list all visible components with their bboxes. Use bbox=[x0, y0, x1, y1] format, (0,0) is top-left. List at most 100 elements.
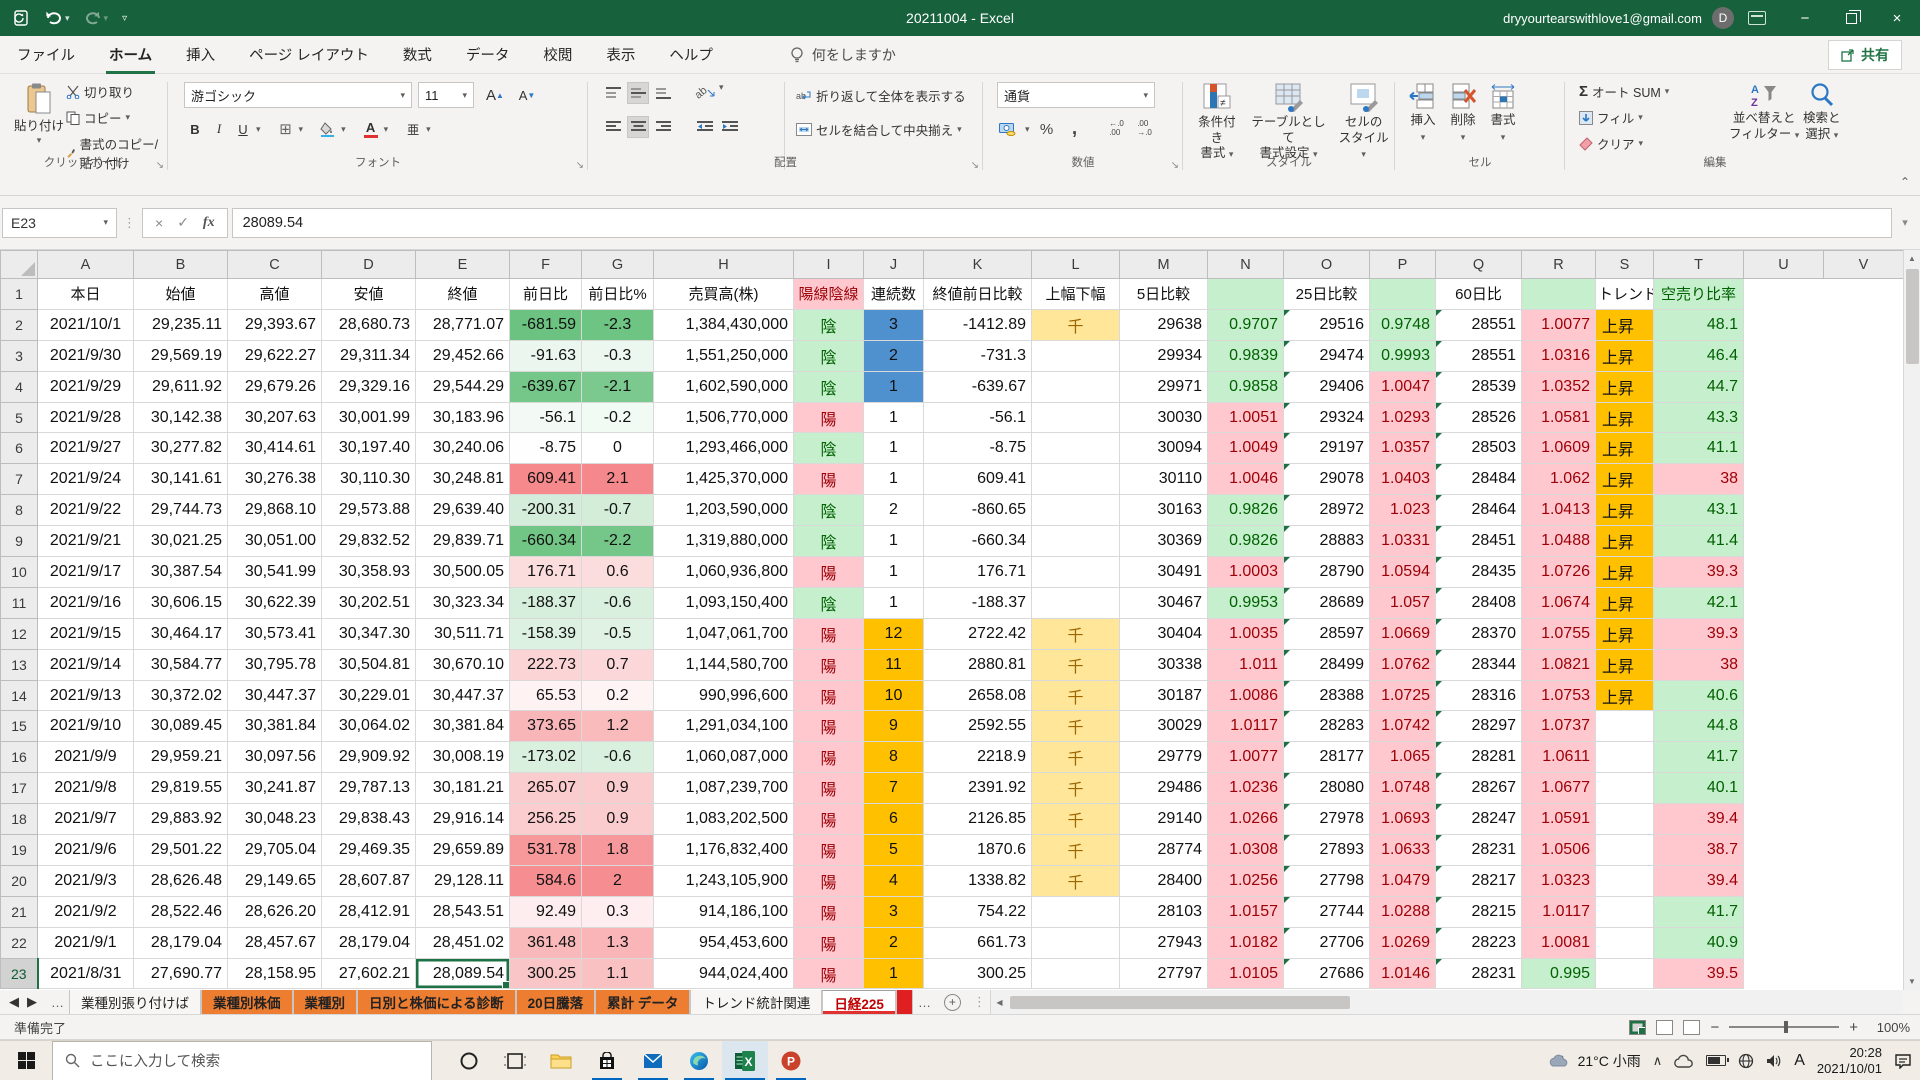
cell[interactable]: 754.22 bbox=[924, 896, 1032, 927]
cell[interactable] bbox=[1744, 927, 1824, 958]
cell[interactable]: 1.0035 bbox=[1208, 618, 1284, 649]
cell[interactable]: 0.9826 bbox=[1208, 495, 1284, 526]
cell[interactable]: 30,202.51 bbox=[322, 587, 416, 618]
row-header[interactable]: 22 bbox=[1, 927, 38, 958]
cell[interactable] bbox=[1744, 865, 1824, 896]
show-hidden-icons-chevron[interactable]: ∧ bbox=[1653, 1053, 1663, 1069]
cell[interactable]: 0.9839 bbox=[1208, 340, 1284, 371]
cell[interactable] bbox=[1596, 927, 1654, 958]
cell[interactable]: 25日比較 bbox=[1284, 279, 1370, 310]
cell[interactable]: 陰 bbox=[794, 309, 864, 340]
cell[interactable]: 1,060,087,000 bbox=[654, 742, 794, 773]
cell[interactable]: 前日比 bbox=[510, 279, 582, 310]
cell[interactable]: 41.7 bbox=[1654, 896, 1744, 927]
cell[interactable]: 1.0755 bbox=[1522, 618, 1596, 649]
cell[interactable]: 1.3 bbox=[582, 927, 654, 958]
cell[interactable]: 29,235.11 bbox=[134, 309, 228, 340]
cell[interactable]: 300.25 bbox=[510, 958, 582, 989]
tab-home[interactable]: ホーム bbox=[92, 35, 169, 74]
cell[interactable] bbox=[1824, 958, 1904, 989]
cell[interactable]: 30369 bbox=[1120, 526, 1208, 557]
close-button[interactable]: × bbox=[1874, 0, 1920, 36]
cell[interactable]: 39.5 bbox=[1654, 958, 1744, 989]
cell[interactable]: 27978 bbox=[1284, 804, 1370, 835]
tell-me-search[interactable]: 何をしますか bbox=[790, 45, 896, 65]
cell[interactable]: 65.53 bbox=[510, 680, 582, 711]
cell[interactable]: 60日比 bbox=[1436, 279, 1522, 310]
cell[interactable]: 2021/9/27 bbox=[38, 433, 134, 464]
column-header-V[interactable]: V bbox=[1824, 251, 1904, 279]
cell[interactable] bbox=[1824, 711, 1904, 742]
cell[interactable]: 1,093,150,400 bbox=[654, 587, 794, 618]
cell[interactable]: 29,611.92 bbox=[134, 371, 228, 402]
cell[interactable]: 2658.08 bbox=[924, 680, 1032, 711]
sheet-tab-日経225[interactable]: 日経225 bbox=[822, 990, 896, 1014]
cell[interactable]: 30,795.78 bbox=[228, 649, 322, 680]
cell[interactable]: 28103 bbox=[1120, 896, 1208, 927]
cell[interactable]: 30,323.34 bbox=[416, 587, 510, 618]
cell[interactable]: 30,447.37 bbox=[416, 680, 510, 711]
cell[interactable]: 29934 bbox=[1120, 340, 1208, 371]
cell[interactable]: 2021/9/17 bbox=[38, 557, 134, 588]
cell[interactable] bbox=[1744, 587, 1824, 618]
cell[interactable]: -860.65 bbox=[924, 495, 1032, 526]
zoom-level[interactable]: 100% bbox=[1868, 1020, 1910, 1035]
cell[interactable]: 30,387.54 bbox=[134, 557, 228, 588]
cell[interactable]: 39.4 bbox=[1654, 865, 1744, 896]
cell[interactable]: 陽 bbox=[794, 835, 864, 866]
cell[interactable]: 0.9 bbox=[582, 804, 654, 835]
row-header[interactable]: 10 bbox=[1, 557, 38, 588]
cell[interactable]: 30,606.15 bbox=[134, 587, 228, 618]
cell[interactable] bbox=[1032, 402, 1120, 433]
cell[interactable] bbox=[1744, 433, 1824, 464]
cell[interactable]: 256.25 bbox=[510, 804, 582, 835]
cell[interactable]: 1,293,466,000 bbox=[654, 433, 794, 464]
cell[interactable]: 1 bbox=[864, 557, 924, 588]
percent-style-icon[interactable]: % bbox=[1036, 118, 1058, 140]
cell[interactable]: -2.1 bbox=[582, 371, 654, 402]
cell[interactable]: 29,787.13 bbox=[322, 773, 416, 804]
cell[interactable]: 28,451.02 bbox=[416, 927, 510, 958]
powerpoint-icon[interactable]: P bbox=[768, 1041, 814, 1080]
cell[interactable]: 1.0051 bbox=[1208, 402, 1284, 433]
sheet-tab-業種別[interactable]: 業種別 bbox=[293, 990, 358, 1014]
cell[interactable]: 28,522.46 bbox=[134, 896, 228, 927]
cell[interactable] bbox=[1032, 896, 1120, 927]
orientation-icon[interactable]: ab bbox=[694, 82, 716, 104]
cell[interactable]: 上昇 bbox=[1596, 464, 1654, 495]
font-color-icon[interactable]: A bbox=[360, 118, 382, 140]
cell[interactable]: 28400 bbox=[1120, 865, 1208, 896]
cell[interactable]: 1,047,061,700 bbox=[654, 618, 794, 649]
cell[interactable]: 上昇 bbox=[1596, 433, 1654, 464]
underline-dropdown-icon[interactable]: ▾ bbox=[256, 124, 261, 135]
column-header-U[interactable]: U bbox=[1744, 251, 1824, 279]
cell[interactable]: 2 bbox=[864, 495, 924, 526]
cell[interactable]: -8.75 bbox=[924, 433, 1032, 464]
cell[interactable]: 0.7 bbox=[582, 649, 654, 680]
column-header-G[interactable]: G bbox=[582, 251, 654, 279]
cell[interactable]: 28,607.87 bbox=[322, 865, 416, 896]
cell[interactable]: 1.8 bbox=[582, 835, 654, 866]
cell[interactable]: 28297 bbox=[1436, 711, 1522, 742]
scroll-down-icon[interactable]: ▼ bbox=[1904, 973, 1920, 990]
cell[interactable]: 陽 bbox=[794, 649, 864, 680]
cell[interactable]: -660.34 bbox=[510, 526, 582, 557]
taskbar-search-input[interactable]: ここに入力して検索 bbox=[52, 1041, 432, 1080]
cell[interactable]: 1.0266 bbox=[1208, 804, 1284, 835]
cell[interactable]: 1.0403 bbox=[1370, 464, 1436, 495]
cell[interactable]: 28,457.67 bbox=[228, 927, 322, 958]
new-sheet-button[interactable]: + bbox=[944, 994, 961, 1011]
cell[interactable]: 28790 bbox=[1284, 557, 1370, 588]
font-family-combo[interactable]: 游ゴシック▾ bbox=[184, 82, 412, 108]
cell[interactable]: 30,229.01 bbox=[322, 680, 416, 711]
cell[interactable]: 1338.82 bbox=[924, 865, 1032, 896]
cell[interactable]: 1,060,936,800 bbox=[654, 557, 794, 588]
cell[interactable]: 10 bbox=[864, 680, 924, 711]
decrease-decimal-icon[interactable]: .00→.0 bbox=[1134, 118, 1156, 140]
cell[interactable]: 28,158.95 bbox=[228, 958, 322, 989]
row-header[interactable]: 2 bbox=[1, 309, 38, 340]
cell[interactable]: 29486 bbox=[1120, 773, 1208, 804]
cell[interactable]: 30,142.38 bbox=[134, 402, 228, 433]
cell[interactable]: 1,384,430,000 bbox=[654, 309, 794, 340]
cell[interactable]: 2880.81 bbox=[924, 649, 1032, 680]
